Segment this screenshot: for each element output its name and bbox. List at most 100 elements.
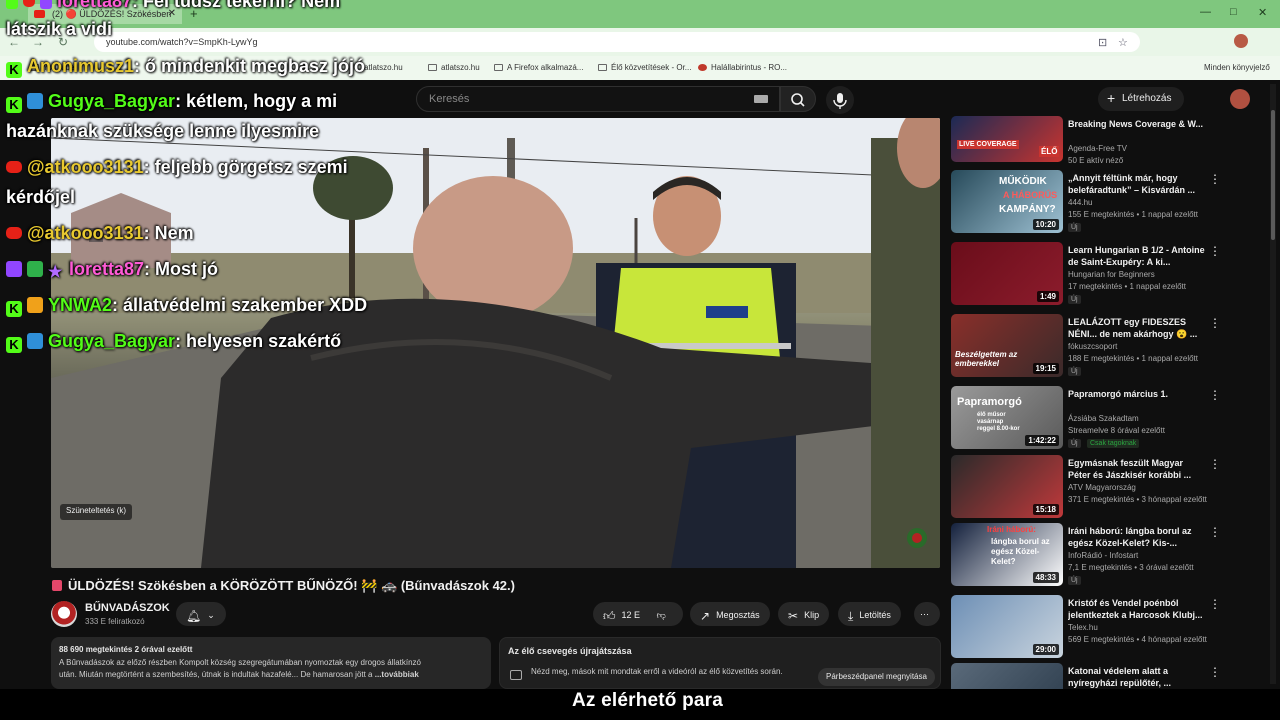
chat-text-continued: látszik a vidi [6,19,113,39]
search-placeholder: Keresés [429,93,470,105]
recommendation-title[interactable]: Iráni háború: lángba borul az egész Köze… [1068,525,1208,549]
chat-text: : helyesen szakértő [175,331,342,351]
recommendation-title[interactable]: Kristóf és Vendel poénból jelentkeztek a… [1068,597,1208,621]
duration-badge: 29:00 [1032,644,1059,655]
download-icon: ⤓ [848,609,854,623]
kick-badge-icon: K [6,301,22,317]
recommendation-channel: Agenda-Free TV [1068,144,1127,153]
create-button[interactable]: + Létrehozás [1098,87,1184,111]
bookmark-item[interactable]: Halállabirintus - RO... [698,63,787,72]
recommendation-card[interactable]: 1:49 Learn Hungarian B 1/2 - Antoine de S… [951,242,1251,306]
url-field[interactable]: youtube.com/watch?v=SmpKh-LywYg [94,32,1140,52]
recommendation-channel: Hungarian for Beginners [1068,270,1155,279]
description-box[interactable]: 88 690 megtekintés 2 órával ezelőtt A Bű… [51,637,491,689]
recommendation-card[interactable]: 29:00 Kristóf és Vendel poénból jelentkez… [951,595,1251,659]
video-thumbnail[interactable]: MŰKÖDIK A HÁBORÚS KAMPÁNY? 10:20 [951,170,1063,233]
close-window-icon[interactable]: ✕ [1258,6,1267,19]
video-thumbnail[interactable]: 1:49 [951,242,1063,305]
bookmark-star-icon[interactable]: ☆ [1118,36,1128,49]
recommendation-card[interactable]: Beszélgettem az emberekkel 19:15 LEALÁZOTT… [951,314,1251,378]
share-label: Megosztás [716,610,760,620]
youtube-badge-icon [6,227,22,239]
bookmark-item[interactable]: atlatszo.hu [364,63,403,72]
show-more-link[interactable]: ...továbbiak [375,670,419,679]
recommendation-title[interactable]: Katonai védelem alatt a nyíregyházi repü… [1068,665,1208,689]
more-options-icon[interactable]: ⋮ [1209,597,1221,611]
recommendation-meta: 371 E megtekintés • 3 hónappal ezelőtt [1068,495,1207,504]
browser-profile-avatar[interactable] [1234,34,1248,48]
download-label: Letöltés [859,610,891,620]
twitch-badge-icon [40,0,52,9]
bookmark-item[interactable]: A Firefox alkalmazá... [494,63,583,72]
recommendation-channel: ATV Magyarország [1068,483,1136,492]
voice-search-button[interactable] [826,86,854,114]
install-app-icon[interactable]: ⊡ [1098,36,1107,49]
recommendation-title[interactable]: Egymásnak feszült Magyar Péter és Jászki… [1068,457,1208,481]
video-thumbnail[interactable]: Beszélgettem az emberekkel 19:15 [951,314,1063,377]
channel-name[interactable]: BŰNVADÁSZOK [85,602,170,614]
more-options-icon[interactable]: ⋮ [1209,457,1221,471]
bookmark-item[interactable]: atlatszo.hu [428,63,480,72]
create-label: Létrehozás [1122,93,1172,104]
open-chat-replay-button[interactable]: Párbeszédpanel megnyitása [818,668,935,686]
subscriber-count: 333 E feliratkozó [85,617,145,626]
minimize-icon[interactable]: — [1200,6,1211,18]
video-thumbnail[interactable]: LIVE COVERAGE ÉLŐ [951,116,1063,162]
recommendation-meta: 7,1 E megtekintés • 3 órával ezelőtt [1068,563,1194,572]
scrollbar-thumb[interactable] [1271,110,1275,240]
recommendation-title[interactable]: Papramorgó március 1. [1068,388,1208,400]
recommendation-meta: 17 megtekintés • 1 nappal ezelőtt [1068,282,1186,291]
duration-badge: 15:18 [1032,504,1059,515]
scissors-icon: ✂ [788,609,799,623]
more-options-icon[interactable]: ⋮ [1209,244,1221,258]
bookmark-item[interactable]: Élő közvetítések - Or... [598,63,691,72]
more-actions-button[interactable]: ⋯ [914,602,940,626]
recommendation-card[interactable]: MŰKÖDIK A HÁBORÚS KAMPÁNY? 10:20 „Annyit fél… [951,170,1251,234]
video-thumbnail[interactable]: 29:00 [951,595,1063,658]
search-input[interactable]: Keresés [416,86,780,112]
download-button[interactable]: ⤓ Letöltés [838,602,901,626]
like-dislike-button[interactable]: 👍︎ 12 E 👎︎ [593,602,683,626]
notification-bell-button[interactable]: 🔔︎ ⌄ [176,602,226,626]
more-options-icon[interactable]: ⋮ [1209,316,1221,330]
recommendation-title[interactable]: LEALÁZOTT egy FIDESZES NÉNI... de nem ak… [1068,316,1208,340]
maximize-icon[interactable]: □ [1230,6,1237,18]
recommendation-meta: 50 E aktív néző [1068,156,1124,165]
crown-badge-icon [27,297,43,313]
keyboard-icon[interactable] [754,95,768,103]
youtube-badge-icon [6,161,22,173]
siren-icon [52,580,62,591]
video-thumbnail[interactable]: 15:18 [951,455,1063,518]
recommendation-card[interactable]: Iráni háború: lángba borul az egész Közel… [951,523,1251,587]
duration-badge: 10:20 [1032,219,1059,230]
folder-icon [494,64,503,71]
thumbs-down-icon[interactable]: 👎︎ [657,610,666,620]
recommendation-title[interactable]: Breaking News Coverage & W... [1068,118,1208,130]
all-bookmarks[interactable]: Minden könyvjelző [1204,63,1270,72]
search-button[interactable] [780,86,816,112]
arrow-badge-icon [27,333,43,349]
chat-username: loretta87 [69,259,145,279]
new-badge: Új [1068,439,1081,448]
recommendation-title[interactable]: „Annyit féltünk már, hogy belefáradtunk”… [1068,172,1208,196]
thumbnail-text: Papramorgó [957,396,1022,408]
more-options-icon[interactable]: ⋮ [1209,525,1221,539]
more-options-icon[interactable]: ⋮ [1209,665,1221,679]
recommendation-card[interactable]: Papramorgó élő műsor vasárnap reggel 8.00… [951,386,1251,450]
new-badge: Új [1068,576,1081,585]
recommendation-card[interactable]: 15:18 Egymásnak feszült Magyar Péter és J… [951,455,1251,519]
clip-button[interactable]: ✂ Klip [778,602,830,626]
channel-avatar[interactable] [51,601,77,627]
video-thumbnail[interactable]: Iráni háború: lángba borul az egész Közel… [951,523,1063,586]
more-options-icon[interactable]: ⋮ [1209,388,1221,402]
video-thumbnail[interactable]: Papramorgó élő műsor vasárnap reggel 8.00… [951,386,1063,449]
chat-bubble-icon [510,670,522,680]
thumbnail-text: lángba borul az egész Közel-Kelet? [991,537,1050,566]
recommendation-title[interactable]: Learn Hungarian B 1/2 - Antoine de Saint… [1068,244,1208,268]
account-avatar[interactable] [1230,89,1250,109]
kick-badge-icon: K [6,62,22,78]
more-options-icon[interactable]: ⋮ [1209,172,1221,186]
share-button[interactable]: ↗ Megosztás [690,602,770,626]
url-text: youtube.com/watch?v=SmpKh-LywYg [106,37,258,47]
chat-message: K Anonimusz1: ő mindenkit megbasz jójó [6,55,365,78]
